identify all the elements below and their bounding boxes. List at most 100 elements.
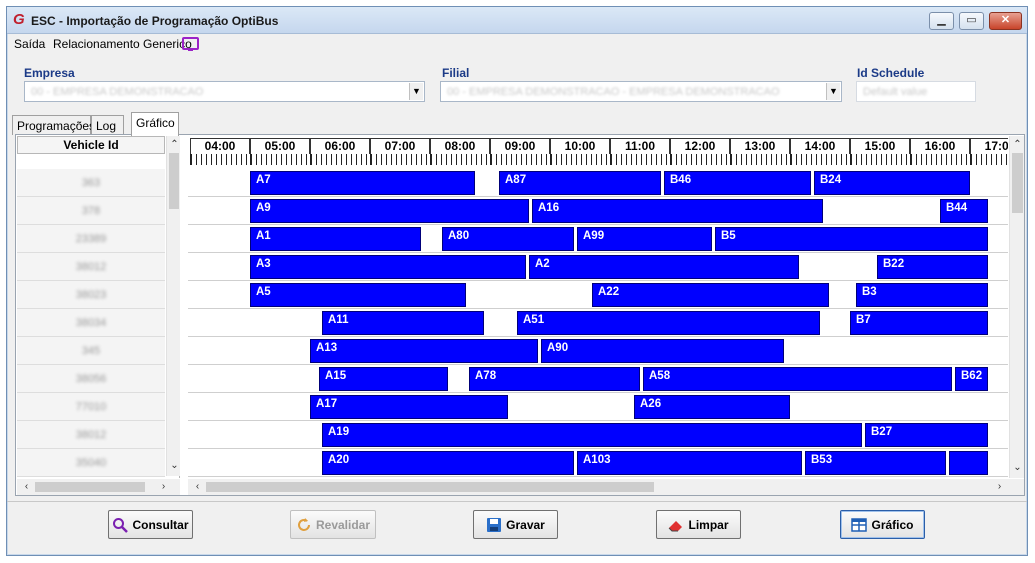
vehicle-row[interactable]: 363 bbox=[17, 169, 165, 197]
schedule-bar[interactable]: A15 bbox=[319, 367, 448, 391]
gantt-vscroll[interactable]: ⌃ ⌄ bbox=[1009, 136, 1024, 478]
consultar-label: Consultar bbox=[132, 517, 189, 532]
refresh-icon bbox=[296, 517, 312, 533]
scroll-up-icon[interactable]: ⌃ bbox=[1010, 137, 1025, 152]
scroll-left-icon[interactable]: ‹ bbox=[19, 479, 34, 494]
vehicle-row[interactable]: 38056 bbox=[17, 365, 165, 393]
schedule-bar[interactable]: A51 bbox=[517, 311, 820, 335]
vehicle-row[interactable]: 38012 bbox=[17, 421, 165, 449]
consultar-button[interactable]: Consultar bbox=[108, 510, 193, 539]
eraser-icon bbox=[668, 517, 684, 533]
vehicle-row[interactable]: 38034 bbox=[17, 309, 165, 337]
vehicle-grid-hscroll[interactable]: ‹ › bbox=[17, 479, 180, 495]
schedule-bar[interactable]: B53 bbox=[805, 451, 946, 475]
tab-log[interactable]: Log bbox=[91, 115, 124, 135]
schedule-bar[interactable]: A3 bbox=[250, 255, 526, 279]
vehicle-id-cell: 77010 bbox=[75, 401, 107, 413]
scroll-down-icon[interactable]: ⌄ bbox=[167, 458, 182, 473]
vehicle-row[interactable]: 23389 bbox=[17, 225, 165, 253]
scroll-left-icon[interactable]: ‹ bbox=[190, 479, 205, 494]
scroll-down-icon[interactable]: ⌄ bbox=[1010, 460, 1025, 475]
schedule-bar[interactable]: A17 bbox=[310, 395, 508, 419]
limpar-label: Limpar bbox=[688, 517, 729, 532]
gantt-row: A20 A103 B53 bbox=[188, 449, 1008, 477]
vehicle-row[interactable]: 378 bbox=[17, 197, 165, 225]
gravar-button[interactable]: Gravar bbox=[473, 510, 558, 539]
window-title: ESC - Importação de Programação OptiBus bbox=[31, 14, 279, 28]
scroll-thumb[interactable] bbox=[1012, 153, 1023, 213]
gantt-row: A7 A87 B46 B24 bbox=[188, 169, 1008, 197]
minute-ticks bbox=[790, 154, 850, 165]
scroll-right-icon[interactable]: › bbox=[992, 479, 1007, 494]
empresa-label: Empresa bbox=[24, 66, 75, 80]
tab-grafico[interactable]: Gráfico bbox=[131, 112, 179, 136]
scroll-thumb[interactable] bbox=[35, 482, 145, 492]
schedule-bar[interactable]: A20 bbox=[322, 451, 574, 475]
grid-table-icon bbox=[851, 517, 868, 533]
main-window: G ESC - Importação de Programação OptiBu… bbox=[6, 6, 1028, 556]
schedule-bar[interactable]: A2 bbox=[529, 255, 799, 279]
monitor-icon[interactable] bbox=[182, 37, 199, 51]
vehicle-id-cell: 38012 bbox=[75, 429, 107, 441]
minimize-button[interactable]: ▁ bbox=[929, 12, 954, 30]
schedule-bar[interactable]: A13 bbox=[310, 339, 538, 363]
schedule-bar[interactable] bbox=[949, 451, 988, 475]
schedule-bar[interactable]: A16 bbox=[532, 199, 823, 223]
schedule-bar[interactable]: A90 bbox=[541, 339, 784, 363]
empresa-combo[interactable]: 00 - EMPRESA DEMONSTRACAO ▼ bbox=[24, 81, 425, 102]
vehicle-id-cell: 38023 bbox=[75, 289, 107, 301]
maximize-button[interactable]: ▭ bbox=[959, 12, 984, 30]
schedule-bar[interactable]: A11 bbox=[322, 311, 484, 335]
vehicle-id-cell: 363 bbox=[81, 177, 101, 189]
schedule-bar[interactable]: A7 bbox=[250, 171, 475, 195]
schedule-bar[interactable]: A9 bbox=[250, 199, 529, 223]
schedule-bar[interactable]: B44 bbox=[940, 199, 988, 223]
schedule-bar[interactable]: B3 bbox=[856, 283, 988, 307]
schedule-bar[interactable]: B22 bbox=[877, 255, 988, 279]
scroll-thumb[interactable] bbox=[206, 482, 654, 492]
vehicle-id-header[interactable]: Vehicle Id bbox=[17, 136, 165, 154]
limpar-button[interactable]: Limpar bbox=[656, 510, 741, 539]
schedule-bar[interactable]: B7 bbox=[850, 311, 988, 335]
schedule-bar[interactable]: A26 bbox=[634, 395, 790, 419]
schedule-bar[interactable]: A1 bbox=[250, 227, 421, 251]
vehicle-grid-vscroll[interactable]: ⌃ ⌄ bbox=[166, 136, 180, 476]
revalidar-button[interactable]: Revalidar bbox=[290, 510, 376, 539]
menu-relacionamento-generico[interactable]: Relacionamento Generico bbox=[53, 37, 192, 51]
schedule-bar[interactable]: B27 bbox=[865, 423, 988, 447]
schedule-bar[interactable]: A103 bbox=[577, 451, 802, 475]
schedule-bar[interactable]: A87 bbox=[499, 171, 661, 195]
filial-label: Filial bbox=[442, 66, 470, 80]
schedule-bar[interactable]: A22 bbox=[592, 283, 829, 307]
chevron-down-icon[interactable]: ▼ bbox=[826, 83, 840, 100]
grafico-button[interactable]: Gráfico bbox=[840, 510, 925, 539]
hour-header: 13:00 bbox=[730, 138, 790, 154]
vehicle-row[interactable]: 35040 bbox=[17, 449, 165, 477]
scroll-up-icon[interactable]: ⌃ bbox=[167, 137, 182, 152]
schedule-bar[interactable]: A80 bbox=[442, 227, 574, 251]
schedule-bar[interactable]: B24 bbox=[814, 171, 970, 195]
tab-programacoes[interactable]: Programações bbox=[12, 115, 95, 135]
close-button[interactable]: ✕ bbox=[989, 12, 1022, 30]
gantt-row: A17 A26 bbox=[188, 393, 1008, 421]
minute-ticks bbox=[550, 154, 610, 165]
schedule-bar[interactable]: B46 bbox=[664, 171, 811, 195]
chevron-down-icon[interactable]: ▼ bbox=[409, 83, 423, 100]
scroll-right-icon[interactable]: › bbox=[156, 479, 171, 494]
schedule-bar[interactable]: A99 bbox=[577, 227, 712, 251]
id-schedule-field[interactable]: Default value bbox=[856, 81, 976, 102]
vehicle-row[interactable]: 38023 bbox=[17, 281, 165, 309]
gantt-hscroll[interactable]: ‹ › bbox=[188, 479, 1024, 495]
schedule-bar[interactable]: B62 bbox=[955, 367, 988, 391]
schedule-bar[interactable]: B5 bbox=[715, 227, 988, 251]
vehicle-row[interactable]: 38012 bbox=[17, 253, 165, 281]
scroll-thumb[interactable] bbox=[169, 153, 179, 209]
vehicle-row[interactable]: 345 bbox=[17, 337, 165, 365]
schedule-bar[interactable]: A58 bbox=[643, 367, 952, 391]
vehicle-row[interactable]: 77010 bbox=[17, 393, 165, 421]
filial-combo[interactable]: 00 - EMPRESA DEMONSTRACAO - EMPRESA DEMO… bbox=[440, 81, 842, 102]
schedule-bar[interactable]: A5 bbox=[250, 283, 466, 307]
schedule-bar[interactable]: A19 bbox=[322, 423, 862, 447]
schedule-bar[interactable]: A78 bbox=[469, 367, 640, 391]
menu-saida[interactable]: Saída bbox=[14, 37, 45, 51]
